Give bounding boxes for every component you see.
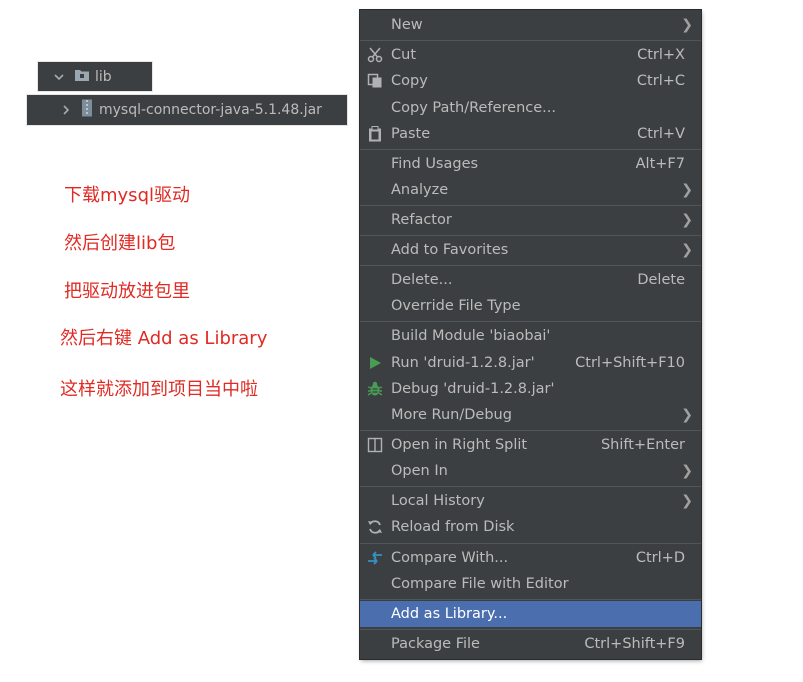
menu-item-label: Compare File with Editor bbox=[391, 576, 569, 592]
menu-separator bbox=[360, 486, 701, 487]
menu-item-label: Compare With... bbox=[391, 550, 509, 566]
menu-item-open-right-split[interactable]: Open in Right Split Shift+Enter bbox=[360, 432, 701, 458]
menu-item-label: Run 'druid-1.2.8.jar' bbox=[391, 355, 535, 371]
menu-item-debug[interactable]: Debug 'druid-1.2.8.jar' bbox=[360, 376, 701, 402]
menu-item-override-file-type[interactable]: Override File Type bbox=[360, 293, 701, 319]
submenu-arrow-icon: ❯ bbox=[681, 17, 693, 33]
folder-icon bbox=[74, 68, 90, 86]
menu-separator bbox=[360, 149, 701, 150]
menu-item-label: Package File bbox=[391, 636, 480, 652]
menu-item-label: Override File Type bbox=[391, 298, 521, 314]
clipboard-icon bbox=[366, 125, 384, 143]
menu-item-label: Open in Right Split bbox=[391, 437, 528, 453]
menu-item-delete[interactable]: Delete... Delete bbox=[360, 267, 701, 293]
scissors-icon bbox=[366, 46, 384, 64]
submenu-arrow-icon: ❯ bbox=[681, 463, 693, 479]
submenu-arrow-icon: ❯ bbox=[681, 493, 693, 509]
annotation-step-1: 下载mysql驱动 bbox=[64, 185, 190, 206]
menu-item-label: Open In bbox=[391, 463, 448, 479]
menu-separator bbox=[360, 430, 701, 431]
menu-item-label: Copy bbox=[391, 73, 428, 89]
menu-separator bbox=[360, 235, 701, 236]
menu-item-label: Debug 'druid-1.2.8.jar' bbox=[391, 381, 555, 397]
menu-item-compare-with[interactable]: Compare With... Ctrl+D bbox=[360, 545, 701, 571]
menu-separator bbox=[360, 629, 701, 630]
menu-separator bbox=[360, 265, 701, 266]
menu-item-label: Reload from Disk bbox=[391, 519, 515, 535]
menu-separator bbox=[360, 543, 701, 544]
tree-folder-lib[interactable]: lib bbox=[38, 62, 152, 91]
menu-item-add-to-favorites[interactable]: Add to Favorites ❯ bbox=[360, 237, 701, 263]
menu-item-reload-from-disk[interactable]: Reload from Disk bbox=[360, 514, 701, 540]
menu-item-add-as-library[interactable]: Add as Library... bbox=[360, 601, 701, 627]
submenu-arrow-icon: ❯ bbox=[681, 242, 693, 258]
compare-icon bbox=[366, 549, 384, 567]
menu-shortcut: Delete bbox=[637, 272, 685, 288]
menu-item-cut[interactable]: Cut Ctrl+X bbox=[360, 42, 701, 68]
jar-archive-icon bbox=[81, 99, 93, 121]
menu-shortcut: Ctrl+Shift+F9 bbox=[584, 636, 685, 652]
menu-shortcut: Shift+Enter bbox=[600, 437, 685, 453]
debug-icon bbox=[366, 380, 384, 398]
menu-item-compare-file-with-editor[interactable]: Compare File with Editor bbox=[360, 571, 701, 597]
menu-shortcut: Alt+F7 bbox=[635, 156, 685, 172]
menu-shortcut: Ctrl+V bbox=[637, 126, 685, 142]
split-icon bbox=[366, 436, 384, 454]
menu-item-label: Refactor bbox=[391, 212, 452, 228]
tree-folder-label: lib bbox=[95, 68, 112, 85]
menu-item-label: Add as Library... bbox=[391, 606, 508, 622]
menu-separator bbox=[360, 205, 701, 206]
menu-item-new[interactable]: New ❯ bbox=[360, 12, 701, 38]
menu-separator bbox=[360, 321, 701, 322]
menu-item-build-module[interactable]: Build Module 'biaobai' bbox=[360, 323, 701, 349]
menu-separator bbox=[360, 599, 701, 600]
menu-item-label: More Run/Debug bbox=[391, 407, 512, 423]
run-icon bbox=[366, 354, 384, 372]
submenu-arrow-icon: ❯ bbox=[681, 407, 693, 423]
chevron-down-icon[interactable] bbox=[52, 70, 66, 84]
submenu-arrow-icon: ❯ bbox=[681, 182, 693, 198]
menu-separator bbox=[360, 40, 701, 41]
menu-item-label: New bbox=[391, 17, 423, 33]
menu-shortcut: Ctrl+Shift+F10 bbox=[575, 355, 685, 371]
menu-item-more-run-debug[interactable]: More Run/Debug ❯ bbox=[360, 402, 701, 428]
annotation-step-3: 把驱动放进包里 bbox=[64, 281, 190, 302]
menu-shortcut: Ctrl+D bbox=[635, 550, 685, 566]
menu-item-label: Analyze bbox=[391, 182, 449, 198]
menu-item-copy-path[interactable]: Copy Path/Reference... bbox=[360, 95, 701, 121]
menu-shortcut: Ctrl+C bbox=[636, 73, 685, 89]
menu-item-label: Find Usages bbox=[391, 156, 479, 172]
menu-shortcut: Ctrl+X bbox=[637, 47, 685, 63]
copy-icon bbox=[366, 72, 384, 90]
menu-item-label: Cut bbox=[391, 47, 416, 63]
menu-item-local-history[interactable]: Local History ❯ bbox=[360, 488, 701, 514]
menu-item-refactor[interactable]: Refactor ❯ bbox=[360, 207, 701, 233]
tree-item-jar[interactable]: mysql-connector-java-5.1.48.jar bbox=[27, 95, 347, 125]
menu-item-copy[interactable]: Copy Ctrl+C bbox=[360, 68, 701, 94]
menu-item-run[interactable]: Run 'druid-1.2.8.jar' Ctrl+Shift+F10 bbox=[360, 350, 701, 376]
annotation-step-5: 这样就添加到项目当中啦 bbox=[60, 379, 258, 400]
menu-item-paste[interactable]: Paste Ctrl+V bbox=[360, 121, 701, 147]
menu-item-label: Add to Favorites bbox=[391, 242, 509, 258]
menu-item-find-usages[interactable]: Find Usages Alt+F7 bbox=[360, 151, 701, 177]
menu-item-package-file[interactable]: Package File Ctrl+Shift+F9 bbox=[360, 631, 701, 657]
menu-item-label: Build Module 'biaobai' bbox=[391, 328, 551, 344]
menu-item-label: Delete... bbox=[391, 272, 453, 288]
menu-item-label: Local History bbox=[391, 493, 485, 509]
submenu-arrow-icon: ❯ bbox=[681, 212, 693, 228]
menu-item-label: Paste bbox=[391, 126, 431, 142]
chevron-right-icon[interactable] bbox=[59, 103, 73, 117]
annotation-step-2: 然后创建lib包 bbox=[64, 233, 176, 254]
menu-item-label: Copy Path/Reference... bbox=[391, 100, 556, 116]
annotation-step-4: 然后右键 Add as Library bbox=[60, 328, 268, 349]
reload-icon bbox=[366, 518, 384, 536]
menu-item-analyze[interactable]: Analyze ❯ bbox=[360, 177, 701, 203]
tree-jar-label: mysql-connector-java-5.1.48.jar bbox=[99, 102, 322, 118]
context-menu: New ❯ Cut Ctrl+X Copy Ctrl+C Copy Path/R… bbox=[360, 10, 701, 659]
menu-item-open-in[interactable]: Open In ❯ bbox=[360, 458, 701, 484]
